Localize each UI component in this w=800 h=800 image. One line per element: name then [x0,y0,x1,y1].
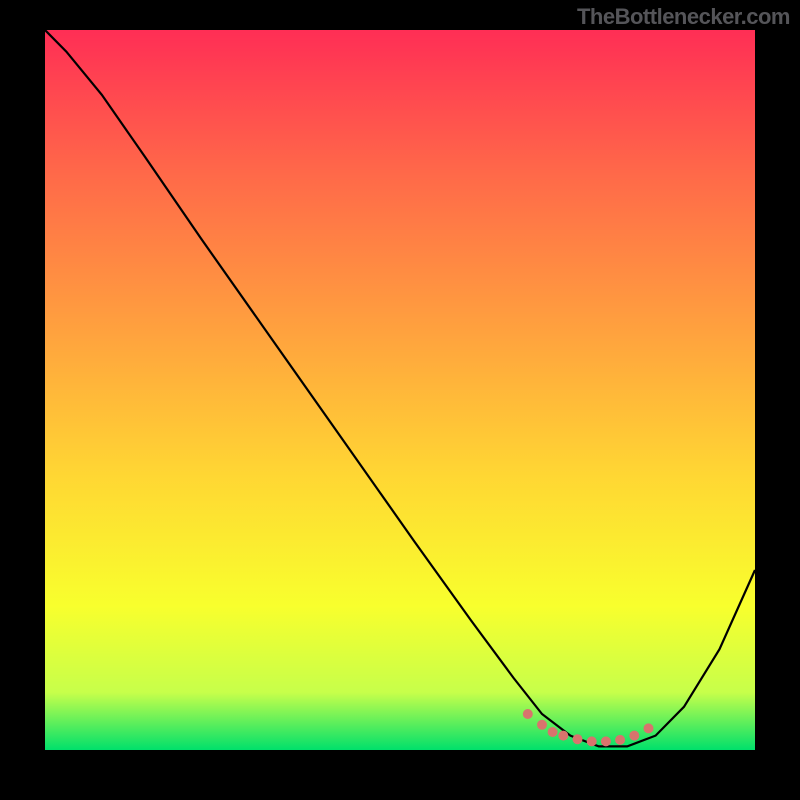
highlight-dot [644,723,654,733]
watermark-text: TheBottlenecker.com [577,4,790,30]
chart-frame: TheBottlenecker.com [0,0,800,800]
highlight-dot [573,734,583,744]
highlight-dot [523,709,533,719]
highlight-dot [629,731,639,741]
highlight-dot [601,736,611,746]
gradient-background [45,30,755,750]
plot-area [45,30,755,750]
highlight-dot [615,735,625,745]
highlight-dot [537,720,547,730]
chart-svg [45,30,755,750]
highlight-dot [558,731,568,741]
highlight-dot [587,736,597,746]
highlight-dot [548,727,558,737]
